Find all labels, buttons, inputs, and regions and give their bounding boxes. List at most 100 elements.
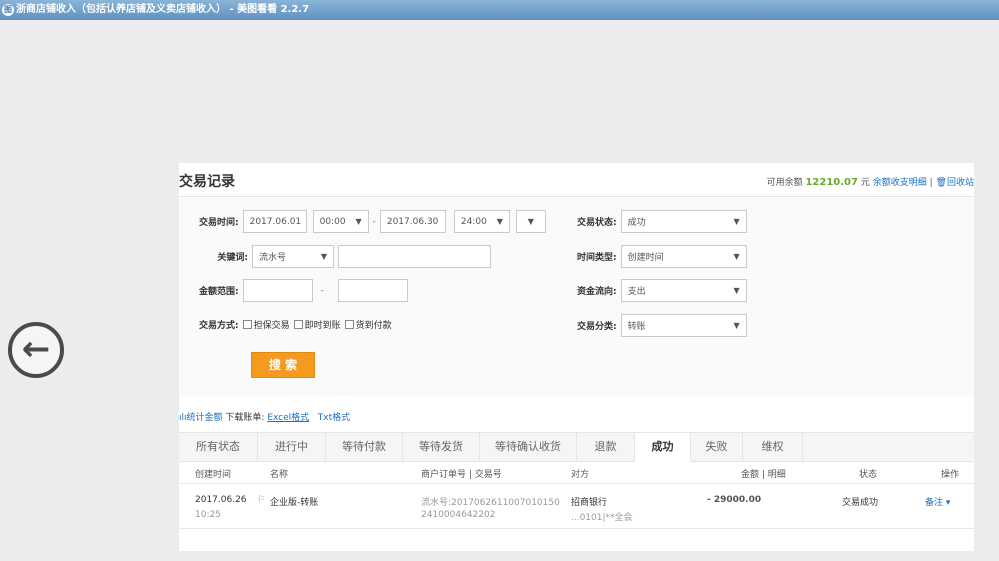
tab-await-confirm[interactable]: 等待确认收货 [480,433,577,461]
tab-await-payment[interactable]: 等待付款 [326,433,403,461]
status-tabs: 所有状态 进行中 等待付款 等待发货 等待确认收货 退款 成功 失败 维权 [179,432,974,462]
stats-amount-link[interactable]: ılı统计金额 [179,413,223,423]
keyword-input[interactable] [338,245,491,268]
amount-max-input[interactable] [337,279,408,302]
flow-value: 支出 [627,287,646,297]
back-arrow-icon[interactable]: ← [8,322,64,378]
col-name: 名称 [270,470,289,480]
chevron-down-icon: ▼ [496,217,503,226]
table-row: 2017.06.26 10:25 ⚐ 企业版-转账 流水号:2017062611… [179,485,974,529]
chevron-down-icon: ▼ [320,252,327,261]
filter-area: 交易时间: 2017.06.01 00:00 ▼ - 2017.06.30 24:… [179,198,974,396]
tab-dispute[interactable]: 维权 [743,433,803,461]
method-checkbox[interactable] [344,320,354,329]
start-time-select[interactable]: 00:00 ▼ [312,210,369,233]
stats-amount-label: 统计金额 [186,413,223,423]
timetype-filter-row: 时间类型: 创建时间 ▼ [577,245,747,268]
time-filter-row: 交易时间: 2017.06.01 00:00 ▼ - 2017.06.30 24:… [199,210,546,233]
panel-header: 交易记录 可用余额 12210.07 元 余额收支明细 | 🗑回收站 [179,163,974,197]
method-option-label: 即时到账 [304,321,341,331]
start-time-value: 00:00 [319,216,346,227]
chevron-down-icon: ▼ [733,217,740,226]
category-label: 交易分类: [577,322,617,332]
method-checkbox[interactable] [293,320,303,329]
window-title-bar: 图 浙商店铺收入（包括认养店铺及义卖店铺收入） - 美图看看 2.2.7 [0,0,999,20]
start-date-input[interactable]: 2017.06.01 [242,210,307,233]
status-select[interactable]: 成功 ▼ [620,210,747,233]
timetype-value: 创建时间 [627,253,664,263]
method-filter-row: 交易方式: 担保交易 即时到账 货到付款 [199,313,392,336]
timetype-select[interactable]: 创建时间 ▼ [620,245,747,268]
export-bar: ılı统计金额 下载账单: Excel格式 Txt格式 [179,410,350,423]
balance-unit: 元 [860,178,870,188]
status-filter-row: 交易状态: 成功 ▼ [577,210,747,233]
txt-download-link[interactable]: Txt格式 [318,413,350,423]
row-status: 交易成功 [842,498,879,508]
col-party: 对方 [571,470,590,480]
row-party-line2: ...0101|**全会 [571,513,633,523]
trash-icon: 🗑 [935,178,947,188]
row-amount: - 29000.00 [707,495,762,505]
chevron-down-icon: ▼ [733,286,740,295]
row-date: 2017.06.26 [195,495,247,505]
balance-detail-link[interactable]: 余额收支明细 [873,178,927,188]
keyword-filter-row: 关键词: 流水号 ▼ [207,245,491,268]
col-action: 操作 [941,470,960,480]
keyword-type-select[interactable]: 流水号 ▼ [252,245,334,268]
amount-dash: - [320,285,324,296]
method-checkbox[interactable] [242,320,252,329]
download-label: 下载账单: [225,413,265,423]
flow-select[interactable]: 支出 ▼ [620,279,747,302]
method-option-label: 担保交易 [253,321,290,331]
col-order: 商户订单号 | 交易号 [421,470,502,480]
tab-failed[interactable]: 失败 [691,433,743,461]
table-header: 创建时间 名称 商户订单号 | 交易号 对方 金额 | 明细 状态 操作 [179,463,974,484]
end-time-value: 24:00 [460,216,487,227]
extra-time-select[interactable]: ▼ [515,210,546,233]
page-title: 交易记录 [179,174,235,190]
keyword-label: 关键词: [217,253,248,263]
end-time-select[interactable]: 24:00 ▼ [453,210,510,233]
status-label: 交易状态: [577,218,617,228]
amount-filter-row: 金额范围: - [199,279,408,302]
window-title: 浙商店铺收入（包括认养店铺及义卖店铺收入） - 美图看看 2.2.7 [16,4,310,15]
time-label: 交易时间: [199,218,239,228]
amount-min-input[interactable] [242,279,313,302]
chevron-down-icon: ▼ [355,217,362,226]
chevron-down-icon: ▼ [733,252,740,261]
header-separator: | [929,178,933,188]
balance-value: 12210.07 [805,177,858,188]
search-button[interactable]: 搜 索 [251,352,315,378]
tab-success[interactable]: 成功 [635,433,691,462]
amount-label: 金额范围: [199,287,239,297]
tab-refund[interactable]: 退款 [577,433,635,461]
flag-icon[interactable]: ⚐ [257,495,265,505]
col-amount: 金额 | 明细 [741,470,786,480]
col-status: 状态 [859,470,878,480]
tab-await-shipping[interactable]: 等待发货 [403,433,480,461]
keyword-type-value: 流水号 [259,253,287,263]
row-name: 企业版-转账 [270,498,319,508]
tab-all[interactable]: 所有状态 [179,433,258,461]
end-date-input[interactable]: 2017.06.30 [379,210,446,233]
category-value: 转账 [627,322,646,332]
chevron-down-icon: ▼ [733,321,740,330]
timetype-label: 时间类型: [577,253,617,263]
excel-download-link[interactable]: Excel格式 [267,413,309,423]
row-time: 10:25 [195,510,221,520]
chevron-down-icon: ▼ [527,217,534,226]
recycle-bin-link[interactable]: 回收站 [947,178,974,188]
category-select[interactable]: 转账 ▼ [620,314,747,337]
row-party-line1: 招商银行 [571,498,608,508]
flow-label: 资金流向: [577,287,617,297]
tab-in-progress[interactable]: 进行中 [258,433,326,461]
note-dropdown-button[interactable]: 备注 ▾ [925,495,950,508]
app-icon: 图 [2,4,14,16]
balance-info: 可用余额 12210.07 元 余额收支明细 | 🗑回收站 [767,175,974,188]
row-serial-line2: 2410004642202 [421,510,496,520]
method-option-label: 货到付款 [355,321,392,331]
status-value: 成功 [627,218,646,228]
transaction-panel: 交易记录 可用余额 12210.07 元 余额收支明细 | 🗑回收站 交易时间:… [179,163,974,551]
balance-label: 可用余额 [766,178,803,188]
flow-filter-row: 资金流向: 支出 ▼ [577,279,747,302]
